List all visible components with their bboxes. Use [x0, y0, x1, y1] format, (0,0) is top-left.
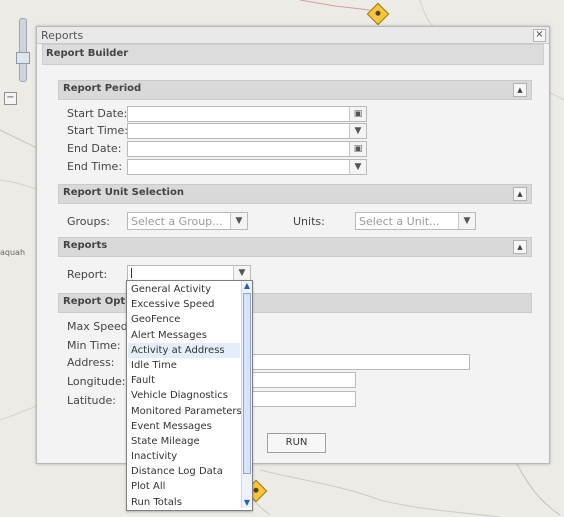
start-date-field[interactable]: ▣	[127, 106, 367, 122]
section-title-report-period: Report Period	[63, 83, 142, 94]
dropdown-option[interactable]: Alert Messages	[128, 328, 240, 343]
section-report-unit-selection: Report Unit Selection ▲	[58, 184, 532, 204]
dropdown-option[interactable]: Inactivity	[128, 449, 240, 464]
end-time-label: End Time:	[67, 160, 123, 173]
dropdown-option[interactable]: State Mileage	[128, 434, 240, 449]
dropdown-option[interactable]: Event Messages	[128, 419, 240, 434]
section-title-report-unit-selection: Report Unit Selection	[63, 187, 184, 198]
address-field[interactable]	[249, 354, 470, 370]
max-speed-label: Max Speed:	[67, 320, 132, 333]
report-dropdown-options: General Activity Excessive Speed GeoFence A…	[128, 282, 242, 510]
collapse-icon[interactable]: ▲	[513, 187, 527, 201]
address-label: Address:	[67, 356, 115, 369]
report-builder-header: Report Builder	[42, 44, 544, 65]
latitude-label: Latitude:	[67, 394, 116, 407]
section-reports: Reports ▲	[58, 237, 532, 257]
units-select[interactable]: Select a Unit... ▼	[355, 212, 476, 230]
close-icon[interactable]: ×	[533, 29, 546, 42]
calendar-icon[interactable]: ▣	[349, 142, 366, 156]
section-report-period: Report Period ▲	[58, 80, 532, 100]
dropdown-option[interactable]: Excessive Speed	[128, 297, 240, 312]
chevron-down-icon[interactable]: ▼	[233, 266, 250, 281]
zoom-slider-handle[interactable]	[16, 52, 30, 64]
start-time-label: Start Time:	[67, 124, 128, 137]
units-select-placeholder: Select a Unit...	[359, 215, 440, 228]
groups-select[interactable]: Select a Group... ▼	[127, 212, 248, 230]
zoom-out-icon[interactable]: −	[4, 92, 17, 105]
dialog-title: Reports	[41, 29, 84, 42]
dropdown-scrollbar[interactable]: ▲ ▼	[241, 281, 252, 508]
dropdown-option[interactable]: Run Totals	[128, 495, 240, 510]
dropdown-option[interactable]: Idle Time	[128, 358, 240, 373]
collapse-icon[interactable]: ▲	[513, 83, 527, 97]
min-time-label: Min Time:	[67, 339, 121, 352]
run-button[interactable]: RUN	[267, 433, 326, 453]
latitude-field[interactable]	[249, 391, 356, 407]
chevron-down-icon[interactable]: ▼	[230, 213, 247, 229]
end-date-label: End Date:	[67, 142, 122, 155]
dropdown-option[interactable]: Plot All	[128, 479, 240, 494]
end-date-field[interactable]: ▣	[127, 141, 367, 157]
zoom-slider[interactable]	[19, 18, 27, 82]
groups-select-placeholder: Select a Group...	[131, 215, 223, 228]
chevron-down-icon[interactable]: ▼	[349, 124, 366, 138]
dropdown-option[interactable]: Activity at Address	[128, 342, 240, 358]
chevron-up-icon[interactable]: ▲	[242, 281, 252, 291]
collapse-icon[interactable]: ▲	[513, 240, 527, 254]
dropdown-option[interactable]: General Activity	[128, 282, 240, 297]
dropdown-option[interactable]: Fault	[128, 373, 240, 388]
reports-dialog: Reports × Report Builder Report Period ▲…	[36, 26, 550, 464]
dropdown-scrollbar-thumb[interactable]	[243, 293, 251, 474]
report-builder-title: Report Builder	[46, 48, 129, 59]
dropdown-option[interactable]: Distance Log Data	[128, 464, 240, 479]
longitude-label: Longitude:	[67, 375, 126, 388]
start-date-label: Start Date:	[67, 107, 128, 120]
longitude-field[interactable]	[249, 372, 356, 388]
chevron-down-icon[interactable]: ▼	[458, 213, 475, 229]
dialog-titlebar[interactable]: Reports ×	[37, 27, 549, 44]
start-time-select[interactable]: ▼	[127, 123, 367, 139]
units-label: Units:	[293, 215, 325, 228]
end-time-select[interactable]: ▼	[127, 159, 367, 175]
text-cursor	[131, 268, 132, 278]
dropdown-option[interactable]: Vehicle Diagnostics	[128, 388, 240, 403]
map-place-label: aquah	[0, 248, 26, 257]
chevron-down-icon[interactable]: ▼	[349, 160, 366, 174]
section-title-reports: Reports	[63, 240, 108, 251]
dropdown-option[interactable]: Monitored Parameters	[128, 404, 242, 419]
report-dropdown-list[interactable]: General Activity Excessive Speed GeoFence A…	[126, 280, 253, 511]
report-label: Report:	[67, 268, 108, 281]
groups-label: Groups:	[67, 215, 110, 228]
chevron-down-icon[interactable]: ▼	[242, 498, 252, 508]
calendar-icon[interactable]: ▣	[349, 107, 366, 121]
dropdown-option[interactable]: GeoFence	[128, 312, 240, 327]
